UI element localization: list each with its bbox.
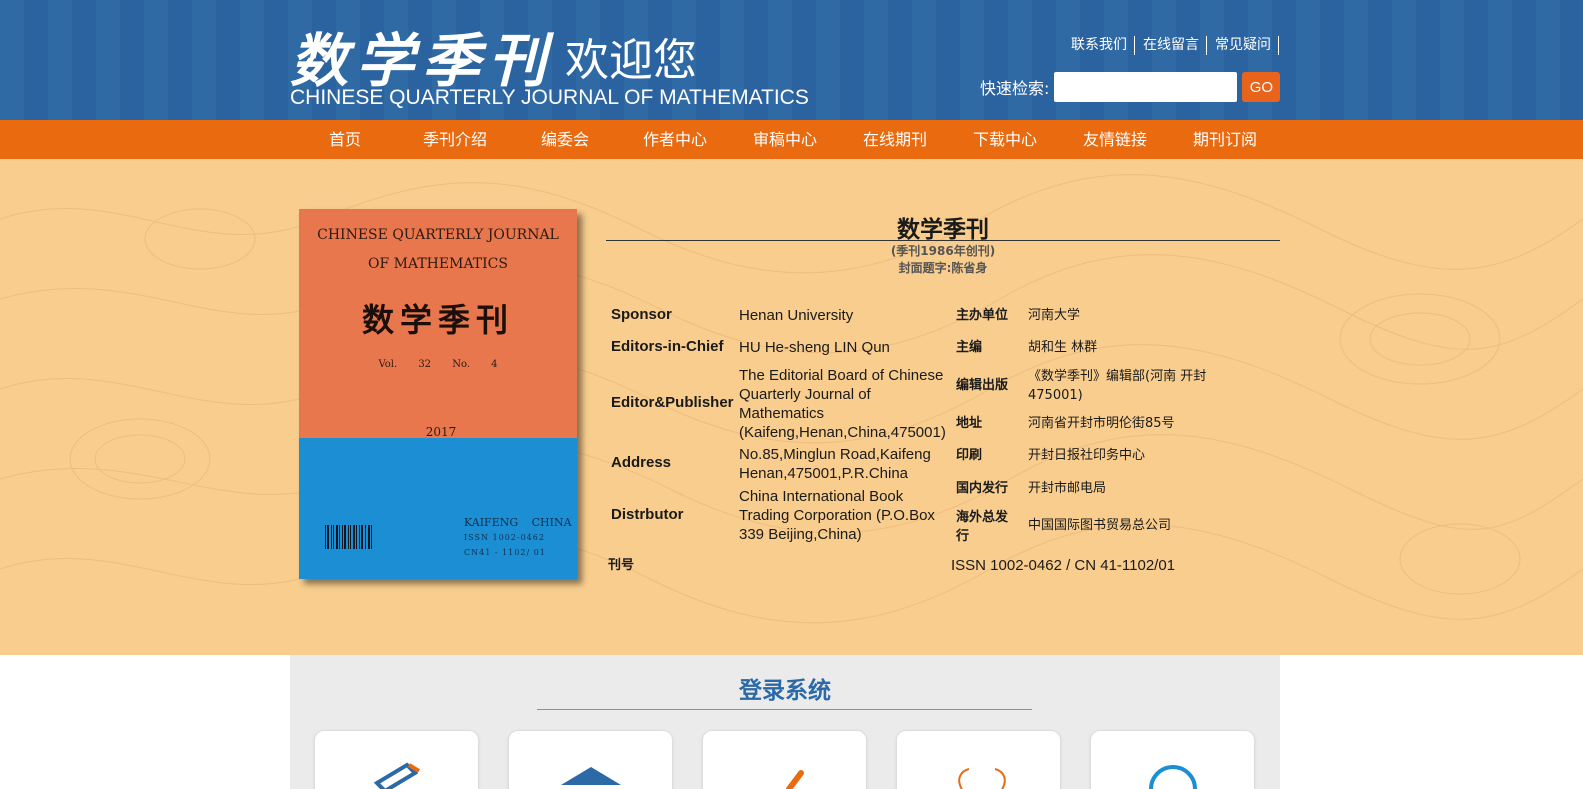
login-title-divider: [537, 709, 1032, 710]
site-logo[interactable]: 数学季刊 欢迎您 CHINESE QUARTERLY JOURNAL OF MA…: [290, 10, 850, 118]
editor-cn-value: 胡和生 林群: [1028, 340, 1098, 355]
cover-publisher-info: KAIFENG CHINA ISSN 1002-0462 CN41 - 1102…: [464, 515, 572, 560]
nav-item-online-issues[interactable]: 在线期刊: [840, 120, 950, 159]
search-login-card[interactable]: [1090, 730, 1255, 789]
cover-volume: Vol. 32 No. 4: [378, 359, 498, 370]
top-links: 联系我们 在线留言 常见疑问: [1063, 36, 1279, 55]
cover-publisher-line3: CN41 - 1102/ 01: [464, 548, 546, 557]
journal-title: 数学季刊: [897, 217, 989, 243]
editors-in-chief-label: Editors-in-Chief: [611, 338, 724, 355]
cover-publisher-line1: KAIFENG CHINA: [464, 516, 572, 529]
faq-link[interactable]: 常见疑问: [1207, 36, 1279, 55]
journal-inscription: 封面题字:陈省身: [898, 261, 988, 275]
publisher-cn-label: 编辑出版: [956, 378, 1009, 393]
cover-year: 2017: [425, 425, 457, 439]
nav-item-subscribe[interactable]: 期刊订阅: [1170, 120, 1280, 159]
overseas-distribution-cn-value: 中国国际图书贸易总公司: [1028, 518, 1172, 533]
editor-publisher-value: The Editorial Board of Chinese Quarterly…: [739, 367, 946, 441]
cover-title-cn: 数学季刊: [361, 301, 514, 339]
editor-login-card[interactable]: [508, 730, 673, 789]
search-input[interactable]: [1054, 72, 1238, 102]
nav-item-review-center[interactable]: 审稿中心: [730, 120, 840, 159]
address-label: Address: [611, 454, 672, 471]
sponsor-value: Henan University: [739, 307, 854, 324]
printing-cn-value: 开封日报社印务中心: [1028, 448, 1146, 463]
journal-founded: (季刊1986年创刊): [890, 244, 996, 258]
sponsor-label: Sponsor: [611, 306, 672, 323]
nav-item-author-center[interactable]: 作者中心: [620, 120, 730, 159]
login-system-title: 登录系统: [739, 678, 831, 704]
editor-icon: [561, 767, 621, 785]
editor-cn-label: 主编: [956, 340, 983, 355]
online-message-link[interactable]: 在线留言: [1135, 36, 1207, 55]
publisher-cn-value: 《数学季刊》编辑部(河南 开封 475001): [1028, 369, 1207, 403]
author-login-card[interactable]: [314, 730, 479, 789]
chief-editor-login-card[interactable]: [896, 730, 1061, 789]
issn-value: ISSN 1002-0462 / CN 41-1102/01: [951, 557, 1176, 574]
domestic-distribution-cn-value: 开封市邮电局: [1028, 481, 1107, 496]
nav-item-home[interactable]: 首页: [290, 120, 400, 159]
domestic-distribution-cn-label: 国内发行: [956, 481, 1009, 496]
cover-title-en-line1: CHINESE QUARTERLY JOURNAL: [317, 227, 559, 243]
nav-item-intro[interactable]: 季刊介绍: [400, 120, 510, 159]
distributor-label: Distrbutor: [611, 506, 684, 523]
main-nav: 首页 季刊介绍 编委会 作者中心 审稿中心 在线期刊 下载中心 友情链接 期刊订…: [0, 120, 1583, 159]
printing-cn-label: 印刷: [956, 448, 983, 463]
search-label: 快速检索:: [980, 79, 1050, 98]
editors-in-chief-value: HU He-sheng LIN Qun: [739, 339, 890, 356]
sponsor-cn-value: 河南大学: [1028, 308, 1081, 323]
nav-item-editorial-board[interactable]: 编委会: [510, 120, 620, 159]
search-go-button[interactable]: GO: [1242, 72, 1281, 102]
quick-search: 快速检索: GO: [980, 72, 1281, 102]
issn-label: 刊号: [608, 558, 635, 573]
journal-cover-image: CHINESE QUARTERLY JOURNAL OF MATHEMATICS…: [299, 209, 577, 579]
reviewer-login-card[interactable]: [702, 730, 867, 789]
search-icon: [1149, 765, 1197, 789]
address-cn-label: 地址: [956, 416, 983, 431]
login-system-section: 登录系统: [290, 655, 1280, 789]
address-cn-value: 河南省开封市明伦街85号: [1028, 416, 1175, 431]
cover-publisher-line2: ISSN 1002-0462: [464, 533, 545, 542]
pen-icon: [786, 770, 804, 789]
contact-us-link[interactable]: 联系我们: [1063, 36, 1135, 55]
sponsor-cn-label: 主办单位: [956, 308, 1009, 323]
site-header: 数学季刊 欢迎您 CHINESE QUARTERLY JOURNAL OF MA…: [0, 0, 1583, 120]
editor-publisher-label: Editor&Publisher: [611, 394, 734, 411]
reading-icon: [958, 768, 1006, 789]
overseas-distribution-cn-label: 海外总发行: [956, 510, 1009, 544]
logo-title-en: CHINESE QUARTERLY JOURNAL OF MATHEMATICS: [290, 86, 809, 109]
cover-title-en-line2: OF MATHEMATICS: [368, 256, 508, 272]
nav-item-downloads[interactable]: 下载中心: [950, 120, 1060, 159]
nav-item-links[interactable]: 友情链接: [1060, 120, 1170, 159]
title-divider: [606, 240, 1280, 241]
logo-welcome: 欢迎您: [565, 35, 697, 86]
distributor-value: China International Book Trading Corpora…: [739, 488, 935, 543]
barcode-icon: [323, 519, 375, 553]
address-value: No.85,Minglun Road,Kaifeng Henan,475001,…: [739, 446, 931, 482]
author-icon: [373, 762, 421, 789]
